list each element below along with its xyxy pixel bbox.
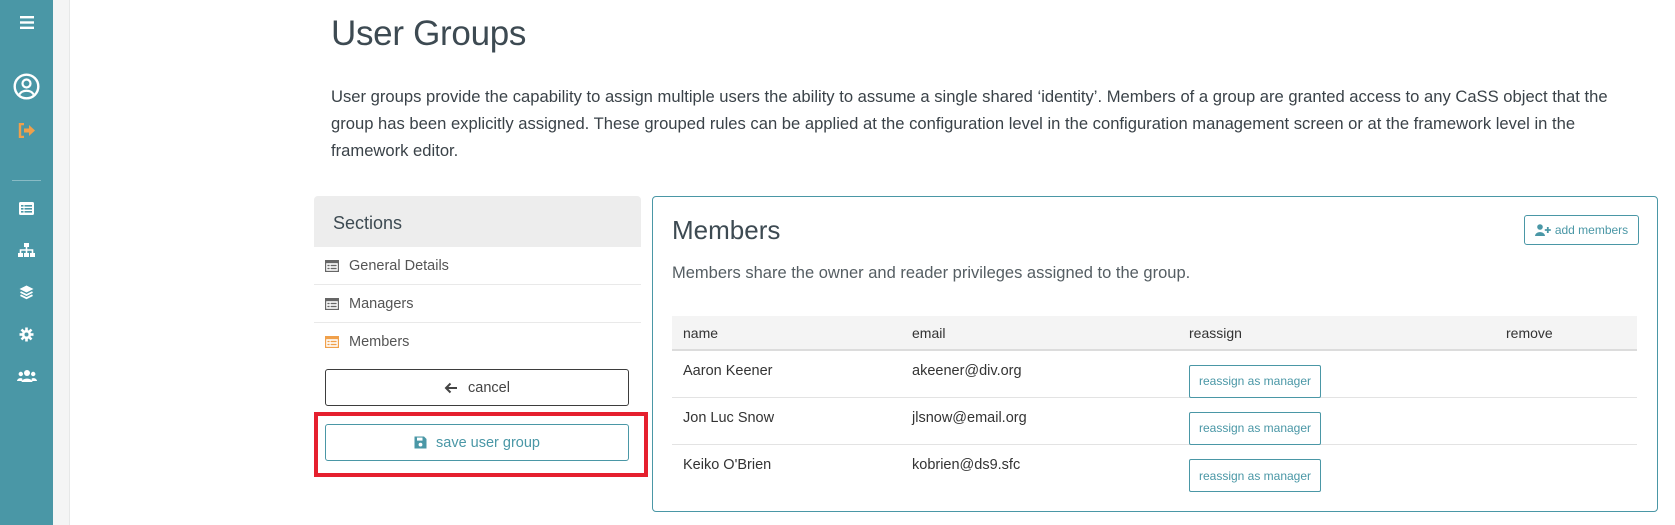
column-header-reassign: reassign <box>1189 324 1242 341</box>
nav-divider <box>12 180 41 181</box>
section-item-label: Managers <box>349 295 414 312</box>
members-table: name email reassign remove Aaron Keener … <box>672 316 1637 492</box>
members-title: Members <box>672 215 781 245</box>
user-circle-icon[interactable] <box>0 71 53 101</box>
member-name: Keiko O'Brien <box>683 457 772 473</box>
user-plus-icon <box>1534 224 1551 236</box>
table-icon <box>325 297 340 310</box>
members-description: Members share the owner and reader privi… <box>672 264 1191 282</box>
users-icon[interactable] <box>0 361 53 391</box>
side-nav <box>0 0 53 525</box>
member-name: Jon Luc Snow <box>683 410 775 426</box>
section-item-label: Members <box>349 334 410 350</box>
member-email: akeener@div.org <box>912 363 1022 379</box>
reassign-as-manager-button[interactable]: reassign as manager <box>1189 364 1321 398</box>
table-row: Jon Luc Snow jlsnow@email.org reassign a… <box>672 398 1637 445</box>
highlight-box <box>314 412 648 477</box>
column-header-name: name <box>683 324 719 341</box>
table-row: Keiko O'Brien kobrien@ds9.sfc reassign a… <box>672 445 1637 492</box>
section-item-label: General Details <box>349 257 449 274</box>
member-name: Aaron Keener <box>683 363 773 379</box>
member-email: kobrien@ds9.sfc <box>912 457 1021 473</box>
menu-icon[interactable] <box>0 7 53 37</box>
section-item-general-details[interactable]: General Details <box>314 247 641 285</box>
add-members-button[interactable]: add members <box>1524 215 1639 245</box>
page-title: User Groups <box>331 14 527 53</box>
sitemap-icon[interactable] <box>0 235 53 265</box>
member-email: jlsnow@email.org <box>912 410 1027 426</box>
table-icon <box>325 259 340 272</box>
members-card: Members add members Members share the ow… <box>652 196 1658 512</box>
logout-icon[interactable] <box>0 115 53 145</box>
sections-panel: Sections General Details Managers Member… <box>314 196 641 461</box>
reassign-as-manager-button[interactable]: reassign as manager <box>1189 411 1321 445</box>
arrow-left-icon <box>444 382 458 394</box>
sections-heading: Sections <box>314 196 641 247</box>
section-item-members[interactable]: Members <box>314 323 641 361</box>
page-intro: User groups provide the capability to as… <box>331 87 1608 160</box>
reassign-as-manager-button[interactable]: reassign as manager <box>1189 459 1321 492</box>
nav-gutter <box>53 0 70 525</box>
layers-icon[interactable] <box>0 277 53 307</box>
cancel-button[interactable]: cancel <box>325 369 629 406</box>
column-header-email: email <box>912 324 946 341</box>
list-icon[interactable] <box>0 193 53 223</box>
gear-icon[interactable] <box>0 319 53 349</box>
cancel-label: cancel <box>468 379 510 396</box>
table-header: name email reassign remove <box>672 316 1637 351</box>
section-item-managers[interactable]: Managers <box>314 285 641 323</box>
table-row: Aaron Keener akeener@div.org reassign as… <box>672 351 1637 398</box>
add-members-label: add members <box>1554 223 1629 237</box>
table-icon <box>325 336 340 349</box>
column-header-remove: remove <box>1506 324 1553 341</box>
